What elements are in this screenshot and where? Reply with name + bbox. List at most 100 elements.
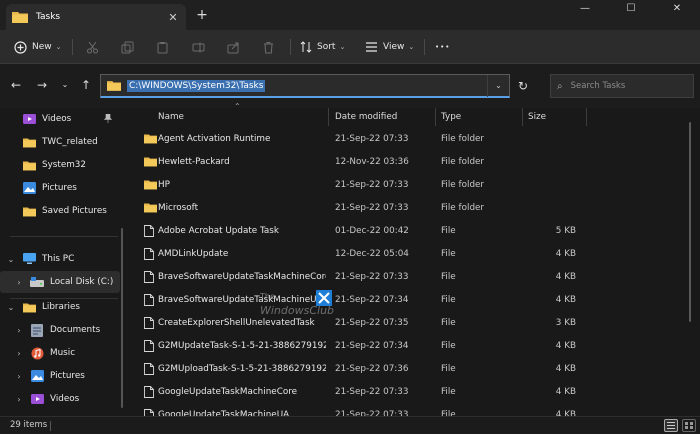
- rename-button[interactable]: [192, 38, 205, 56]
- expand-chevron-icon[interactable]: ›: [14, 372, 24, 381]
- delete-button[interactable]: [262, 38, 275, 56]
- status-divider: [50, 421, 51, 431]
- details-view-button[interactable]: [664, 419, 678, 432]
- sidebar-item-videos-library[interactable]: › Videos: [0, 388, 120, 410]
- file-list-scrollbar[interactable]: [688, 122, 692, 412]
- tab-tasks[interactable]: Tasks ✕: [6, 4, 186, 30]
- table-row[interactable]: Agent Activation Runtime 21-Sep-22 07:33 F…: [128, 128, 693, 151]
- sidebar-item-system32[interactable]: System32: [0, 154, 120, 176]
- expand-chevron-icon[interactable]: ›: [14, 326, 24, 335]
- back-button[interactable]: ←: [8, 77, 24, 93]
- expand-chevron-icon[interactable]: ⌄: [6, 303, 16, 312]
- sidebar-item-local-disk[interactable]: › Local Disk (C:): [0, 271, 120, 293]
- sidebar-item-videos-quick[interactable]: Videos: [0, 108, 120, 130]
- sidebar-item-saved-pictures[interactable]: Saved Pictures: [0, 200, 120, 222]
- recent-locations-button[interactable]: ⌄: [57, 77, 73, 93]
- tab-close-icon[interactable]: ✕: [166, 11, 180, 24]
- address-dropdown-button[interactable]: ⌄: [487, 75, 509, 97]
- column-divider[interactable]: [586, 108, 587, 126]
- table-row[interactable]: BraveSoftwareUpdateTaskMachineCore 21-Sep…: [128, 266, 693, 289]
- file-type: File folder: [441, 157, 485, 167]
- sort-button[interactable]: Sort ⌄: [300, 38, 345, 56]
- trash-icon: [264, 41, 273, 53]
- videos-icon: [30, 392, 44, 406]
- table-row[interactable]: AMDLinkUpdate 12-Dec-22 05:04 File 4 KB: [128, 243, 693, 266]
- column-header-date-modified[interactable]: Date modified: [335, 108, 397, 126]
- sidebar-item-pictures-quick[interactable]: Pictures: [0, 177, 120, 199]
- close-button[interactable]: ✕: [654, 0, 700, 30]
- file-date-modified: 21-Sep-22 07:35: [335, 318, 409, 328]
- address-path[interactable]: C:\WINDOWS\System32\Tasks: [127, 79, 266, 92]
- up-button[interactable]: ↑: [78, 77, 94, 93]
- new-plus-icon: [14, 40, 27, 54]
- sidebar-item-libraries[interactable]: ⌄ Libraries: [0, 296, 120, 318]
- column-divider[interactable]: [328, 108, 329, 126]
- sidebar-scrollbar[interactable]: [121, 228, 123, 408]
- sidebar-item-pictures-library[interactable]: › Pictures: [0, 365, 120, 387]
- folder-icon: [22, 158, 36, 172]
- sidebar-item-documents[interactable]: › Documents: [0, 319, 120, 341]
- table-row[interactable]: Adobe Acrobat Update Task 01-Dec-22 00:42…: [128, 220, 693, 243]
- file-type: File: [441, 387, 456, 397]
- sidebar-item-label: Videos: [42, 114, 72, 124]
- new-label: New: [32, 42, 52, 52]
- expand-chevron-icon[interactable]: ›: [14, 278, 24, 287]
- sidebar-item-music[interactable]: › Music: [0, 342, 120, 364]
- table-row[interactable]: Hewlett-Packard 12-Nov-22 03:36 File folde…: [128, 151, 693, 174]
- sidebar-item-twc-related[interactable]: TWC_related: [0, 131, 120, 153]
- file-name: G2MUploadTask-S-1-5-21-3886279192-27...: [158, 364, 326, 374]
- file-date-modified: 12-Nov-22 03:36: [335, 157, 409, 167]
- search-input[interactable]: [570, 81, 681, 91]
- drive-icon: [30, 275, 44, 289]
- new-button[interactable]: New ⌄: [14, 38, 62, 56]
- table-row[interactable]: Microsoft 21-Sep-22 07:33 File folder: [128, 197, 693, 220]
- tiles-view-button[interactable]: [682, 419, 696, 432]
- folder-icon: [144, 156, 157, 168]
- view-button[interactable]: View ⌄: [365, 38, 414, 56]
- address-bar[interactable]: C:\WINDOWS\System32\Tasks ⌄: [100, 74, 510, 98]
- sidebar-item-label: Pictures: [42, 183, 77, 193]
- view-icon: [366, 42, 377, 52]
- more-options-button[interactable]: •••: [435, 38, 450, 56]
- expand-chevron-icon[interactable]: ›: [14, 395, 24, 404]
- folder-icon: [144, 202, 157, 214]
- file-icon: [144, 340, 156, 352]
- column-header-type[interactable]: Type: [441, 108, 461, 126]
- pictures-icon: [30, 369, 44, 383]
- new-tab-button[interactable]: +: [194, 7, 210, 23]
- file-name: GoogleUpdateTaskMachineCore: [158, 387, 298, 397]
- column-header-size[interactable]: Size: [528, 108, 546, 126]
- music-icon: [30, 346, 44, 360]
- column-divider[interactable]: [522, 108, 523, 126]
- table-row[interactable]: CreateExplorerShellUnelevatedTask 21-Sep-…: [128, 312, 693, 335]
- sidebar-item-label: Local Disk (C:): [50, 277, 114, 287]
- sidebar-item-label: This PC: [42, 254, 75, 264]
- sidebar-item-this-pc[interactable]: ⌄ This PC: [0, 248, 120, 270]
- file-type: File: [441, 341, 456, 351]
- share-button[interactable]: [227, 38, 240, 56]
- search-box[interactable]: ⌕: [550, 74, 694, 98]
- documents-icon: [30, 323, 44, 337]
- maximize-button[interactable]: ☐: [608, 0, 654, 30]
- table-row[interactable]: BraveSoftwareUpdateTaskMachineUA 21-Sep-2…: [128, 289, 693, 312]
- scrollbar-thumb[interactable]: [689, 122, 691, 322]
- file-type: File folder: [441, 180, 485, 190]
- expand-chevron-icon[interactable]: ⌄: [6, 255, 16, 264]
- minimize-button[interactable]: —: [562, 0, 608, 30]
- table-row[interactable]: G2MUpdateTask-S-1-5-21-3886279192-27... 2…: [128, 335, 693, 358]
- refresh-button[interactable]: ↻: [512, 74, 534, 98]
- table-row[interactable]: GoogleUpdateTaskMachineCore 21-Sep-22 07:…: [128, 381, 693, 404]
- cut-button[interactable]: [86, 38, 99, 56]
- table-row[interactable]: G2MUploadTask-S-1-5-21-3886279192-27... 2…: [128, 358, 693, 381]
- forward-button[interactable]: →: [34, 77, 50, 93]
- file-icon: [144, 248, 156, 260]
- table-row[interactable]: HP 21-Sep-22 07:33 File folder: [128, 174, 693, 197]
- column-divider[interactable]: [435, 108, 436, 126]
- file-icon: [144, 317, 156, 329]
- expand-chevron-icon[interactable]: ›: [14, 349, 24, 358]
- column-header-name[interactable]: Name: [158, 108, 184, 126]
- sidebar-item-label: Saved Pictures: [42, 206, 107, 216]
- paste-button[interactable]: [156, 38, 169, 56]
- file-name: BraveSoftwareUpdateTaskMachineCore: [158, 272, 326, 282]
- copy-button[interactable]: [121, 38, 134, 56]
